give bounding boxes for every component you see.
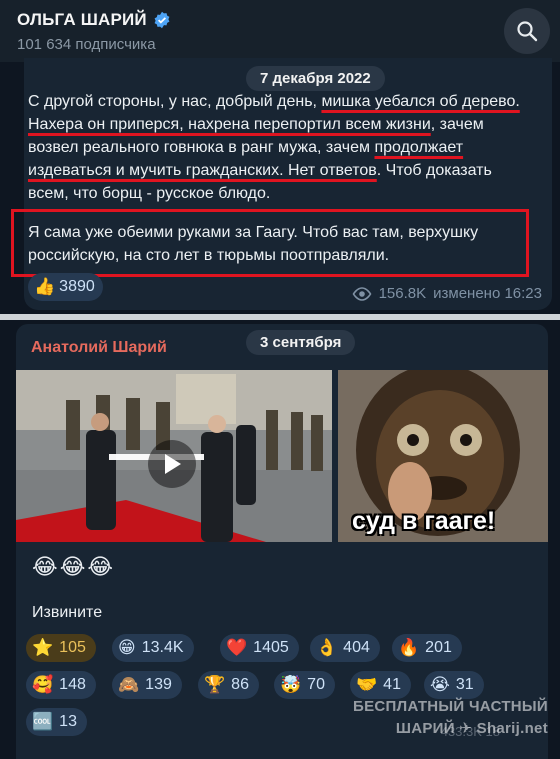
verified-badge-icon [154, 11, 170, 29]
reaction-count: 70 [307, 676, 325, 693]
date-pill: 3 сентября [246, 330, 356, 355]
reaction-thumbs-up[interactable]: 👍 3890 [28, 273, 103, 301]
reaction-trophy[interactable]: 🏆 86 [198, 671, 259, 699]
reaction-count: 13.4K [141, 639, 184, 656]
reaction-count: 86 [231, 676, 249, 693]
meme-image[interactable]: суд в гааге! [338, 370, 548, 542]
monkey-icon: 🙈 [118, 675, 140, 694]
thumbs-up-icon: 👍 [34, 277, 56, 296]
watermark-line: ШАРИЙ ✈ Sharij.net [395, 720, 548, 737]
eye-icon [352, 286, 372, 301]
heart-icon: ❤️ [226, 638, 248, 657]
post-quote: Я сама уже обеими руками за Гаагу. Чтоб … [28, 224, 479, 264]
cool-icon: 🆒 [32, 712, 54, 731]
trophy-icon: 🏆 [204, 675, 226, 694]
hearts-face-icon: 🥰 [32, 675, 54, 694]
reaction-count: 41 [383, 676, 401, 693]
reaction-exploding-head[interactable]: 🤯 70 [274, 671, 335, 699]
reaction-fire[interactable]: 🔥 201 [392, 634, 462, 662]
fire-icon: 🔥 [398, 638, 420, 657]
post-text: Извините [32, 604, 103, 621]
date-pill: 7 декабря 2022 [246, 66, 385, 91]
watermark: БЕСПЛАТНЫЙ ЧАСТНЫЙ ШАРИЙ ✈ Sharij.net [353, 696, 548, 740]
reaction-cool[interactable]: 🆒 13 [26, 708, 87, 736]
reaction-crying[interactable]: 😭 31 [424, 671, 484, 699]
exploding-head-icon: 🤯 [280, 675, 302, 694]
subscriber-count: 101 634 подписчика [17, 36, 156, 53]
reaction-count: 31 [455, 676, 474, 693]
reaction-count: 148 [59, 676, 86, 693]
reaction-star[interactable]: ⭐ 105 [26, 634, 96, 662]
post-text: С другой стороны, у нас, добрый день, ми… [28, 90, 528, 205]
video-thumbnail[interactable] [16, 370, 332, 542]
meme-caption: суд в гааге! [352, 507, 496, 535]
channel-header[interactable]: ОЛЬГА ШАРИЙ 101 634 подписчика [0, 0, 560, 62]
reaction-count: 3890 [59, 278, 95, 295]
ok-hand-icon: 👌 [316, 638, 338, 657]
play-button[interactable] [148, 440, 196, 488]
star-icon: ⭐ [32, 638, 54, 657]
emoji-row: 😂😂😂 [32, 554, 116, 579]
grin-icon: 😁 [118, 638, 136, 657]
screenshot-divider [0, 314, 560, 320]
reaction-count: 105 [59, 639, 86, 656]
crying-icon: 😭 [430, 675, 450, 694]
channel-title-row: ОЛЬГА ШАРИЙ [17, 10, 171, 30]
reaction-monkey[interactable]: 🙈 139 [112, 671, 182, 699]
post-meta: 156.8K изменено 16:23 [352, 285, 542, 302]
reaction-count: 1405 [253, 639, 289, 656]
search-button[interactable] [504, 8, 550, 54]
watermark-line: БЕСПЛАТНЫЙ ЧАСТНЫЙ [353, 698, 548, 715]
reaction-count: 404 [343, 639, 370, 656]
reaction-count: 201 [425, 639, 452, 656]
edited-label: изменено 16:23 [433, 285, 542, 302]
reaction-heart[interactable]: ❤️ 1405 [220, 634, 299, 662]
reaction-hearts-face[interactable]: 🥰 148 [26, 671, 96, 699]
reaction-count: 13 [59, 713, 77, 730]
author-name[interactable]: Анатолий Шарий [31, 339, 167, 357]
reaction-grin[interactable]: 😁 13.4K [112, 634, 194, 662]
search-icon [517, 21, 538, 42]
channel-title: ОЛЬГА ШАРИЙ [17, 10, 147, 29]
post-message[interactable]: 7 декабря 2022 С другой стороны, у нас, … [11, 58, 552, 310]
reaction-ok-hand[interactable]: 👌 404 [310, 634, 380, 662]
reaction-handshake[interactable]: 🤝 41 [350, 671, 411, 699]
play-icon [165, 454, 181, 474]
view-count: 156.8K [378, 285, 427, 302]
post-text-part: С другой стороны, у нас, добрый день, [28, 93, 322, 110]
reaction-count: 139 [145, 676, 172, 693]
handshake-icon: 🤝 [356, 675, 378, 694]
post-message[interactable]: Анатолий Шарий 3 сентября суд в гааге! 😂… [16, 324, 548, 759]
